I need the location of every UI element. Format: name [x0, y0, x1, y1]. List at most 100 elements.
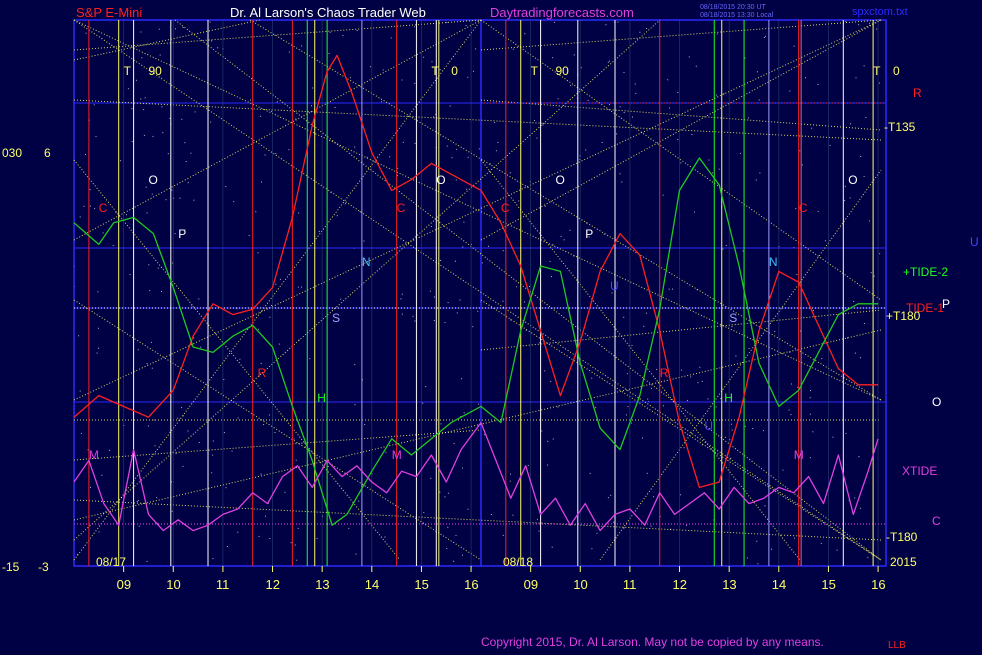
star-dot	[488, 245, 489, 247]
star-dot	[782, 469, 784, 471]
star-dot	[549, 260, 551, 262]
star-dot	[542, 124, 544, 126]
star-dot	[354, 146, 356, 148]
star-dot	[177, 417, 179, 419]
star-dot	[669, 107, 670, 109]
right-label: -T180	[886, 530, 918, 544]
star-dot	[623, 112, 625, 113]
star-dot	[809, 413, 811, 415]
chart-marker: O	[149, 173, 158, 187]
star-dot	[829, 144, 831, 146]
star-dot	[573, 54, 575, 56]
star-dot	[860, 507, 862, 509]
star-dot	[412, 315, 414, 317]
star-dot	[90, 486, 91, 488]
star-dot	[446, 22, 448, 23]
star-dot	[288, 51, 290, 53]
star-dot	[467, 76, 469, 78]
star-dot	[824, 240, 826, 242]
star-dot	[455, 534, 457, 536]
x-tick-label: 10	[573, 577, 587, 592]
star-dot	[433, 320, 435, 321]
star-dot	[849, 197, 851, 199]
star-dot	[309, 358, 311, 360]
star-dot	[446, 548, 448, 549]
star-dot	[455, 260, 456, 262]
chart-marker: C	[397, 201, 406, 215]
star-dot	[258, 328, 260, 330]
star-dot	[453, 443, 455, 445]
star-dot	[182, 27, 184, 28]
star-dot	[268, 414, 270, 416]
star-dot	[78, 335, 80, 337]
star-dot	[115, 212, 117, 214]
star-dot	[131, 108, 133, 110]
star-dot	[739, 152, 741, 154]
star-dot	[844, 199, 846, 201]
star-dot	[585, 149, 587, 151]
star-dot	[250, 99, 251, 101]
star-dot	[534, 120, 535, 121]
star-dot	[677, 92, 679, 93]
star-dot	[226, 546, 228, 547]
star-dot	[239, 358, 241, 360]
star-dot	[634, 83, 636, 85]
star-dot	[462, 467, 463, 469]
star-dot	[481, 262, 483, 264]
star-dot	[860, 357, 861, 359]
star-dot	[138, 525, 140, 527]
star-dot	[334, 107, 336, 108]
star-dot	[260, 473, 262, 475]
star-dot	[447, 526, 449, 528]
star-dot	[547, 440, 549, 442]
star-dot	[790, 414, 792, 416]
star-dot	[210, 121, 212, 123]
star-dot	[200, 346, 202, 348]
y-label-top-left: 030	[2, 146, 22, 160]
star-dot	[301, 45, 303, 47]
star-dot	[131, 141, 133, 143]
star-dot	[453, 560, 455, 562]
year-label: 2015	[890, 555, 917, 569]
star-dot	[430, 477, 432, 479]
star-dot	[354, 364, 356, 366]
y-label-bottom-right: -3	[38, 560, 49, 574]
chart-marker: H	[317, 391, 326, 405]
star-dot	[876, 28, 878, 30]
star-dot	[175, 453, 177, 455]
star-dot	[668, 288, 670, 290]
star-dot	[569, 229, 571, 231]
star-dot	[756, 540, 758, 542]
chart-marker: U	[610, 279, 619, 293]
star-dot	[662, 194, 664, 196]
star-dot	[544, 205, 546, 207]
star-dot	[524, 33, 526, 35]
star-dot	[152, 135, 154, 137]
star-dot	[260, 362, 262, 364]
star-dot	[553, 21, 555, 23]
star-dot	[275, 153, 277, 155]
star-dot	[868, 220, 870, 222]
star-dot	[97, 291, 99, 293]
star-dot	[311, 87, 313, 89]
star-dot	[258, 535, 260, 537]
star-dot	[185, 161, 187, 162]
star-dot	[223, 379, 225, 380]
star-dot	[159, 54, 161, 56]
chart-marker: C	[99, 201, 108, 215]
star-dot	[80, 432, 82, 434]
star-dot	[650, 387, 652, 389]
star-dot	[382, 69, 384, 71]
star-dot	[748, 348, 750, 349]
star-dot	[811, 127, 813, 129]
x-tick-label: 11	[623, 577, 637, 592]
star-dot	[140, 31, 142, 33]
star-dot	[402, 141, 404, 143]
star-dot	[439, 491, 441, 493]
star-dot	[855, 77, 857, 79]
right-label: O	[932, 395, 941, 409]
star-dot	[463, 412, 465, 414]
star-dot	[97, 327, 99, 329]
star-dot	[414, 82, 416, 84]
star-dot	[788, 409, 790, 411]
